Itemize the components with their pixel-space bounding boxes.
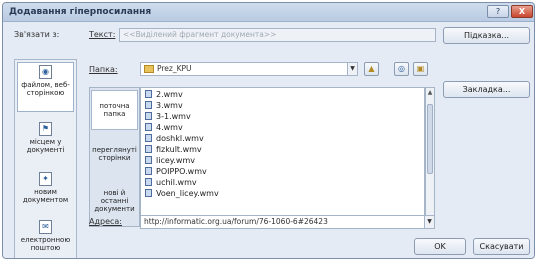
nav-recent-files[interactable]: нові й останні документи xyxy=(91,182,138,222)
list-item[interactable]: 3-1.wmv xyxy=(145,112,191,122)
link-item-label: файлом, веб-сторінкою xyxy=(21,81,70,97)
nav-browsed-pages[interactable]: переглянуті сторінки xyxy=(91,135,138,175)
link-to-bar: ◉ файлом, веб-сторінкою ⚑ місцем у докум… xyxy=(14,59,77,258)
up-folder-button[interactable]: ▲ xyxy=(364,62,379,76)
new-document-icon: ✦ xyxy=(39,172,52,186)
link-to-label: Зв'язати з: xyxy=(14,30,60,39)
bookmark-place-icon: ⚑ xyxy=(39,122,52,136)
nav-current-folder[interactable]: поточна папка xyxy=(91,90,138,130)
list-item[interactable]: 4.wmv xyxy=(145,123,183,133)
hyperlink-dialog: Додавання гіперпосилання ? X Зв'язати з:… xyxy=(2,2,535,259)
link-item-place-in-document[interactable]: ⚑ місцем у документі xyxy=(17,120,74,164)
link-item-web-page[interactable]: ◉ файлом, веб-сторінкою xyxy=(17,62,74,112)
look-in-nav: поточна папка переглянуті сторінки нові … xyxy=(89,87,140,227)
video-file-icon xyxy=(145,178,152,186)
dialog-title: Додавання гіперпосилання xyxy=(9,7,152,17)
link-item-label: місцем у документі xyxy=(26,138,65,154)
ok-button[interactable]: OK xyxy=(414,238,466,255)
list-item[interactable]: uchil.wmv xyxy=(145,178,197,188)
video-file-icon xyxy=(145,167,152,175)
address-input[interactable]: http://informatic.org.ua/forum/76-1060-6… xyxy=(140,215,435,229)
browse-file-icon: ▣ xyxy=(416,64,425,73)
help-button[interactable]: ? xyxy=(487,5,509,18)
up-folder-icon: ▲ xyxy=(368,64,375,73)
video-file-icon xyxy=(145,112,152,120)
address-value: http://informatic.org.ua/forum/76-1060-6… xyxy=(144,217,328,226)
cancel-button[interactable]: Скасувати xyxy=(473,238,530,255)
web-page-icon: ◉ xyxy=(39,65,52,79)
file-list: 2.wmv 3.wmv 3-1.wmv 4.wmv doshkl.wmv fiz… xyxy=(140,87,425,227)
list-item[interactable]: 3.wmv xyxy=(145,101,183,111)
scroll-thumb[interactable] xyxy=(427,104,433,174)
scroll-up-icon[interactable]: ▲ xyxy=(426,88,434,97)
address-label: Адреса: xyxy=(89,217,122,226)
folder-label: Папка: xyxy=(89,65,118,74)
link-item-label: новим документом xyxy=(22,188,69,204)
folder-select[interactable]: Prez_KPU ▼ xyxy=(140,62,358,76)
file-list-scrollbar[interactable]: ▲ ▼ xyxy=(425,87,435,227)
list-item[interactable]: 2.wmv xyxy=(145,90,183,100)
title-bar: Додавання гіперпосилання ? X xyxy=(3,3,534,22)
video-file-icon xyxy=(145,145,152,153)
browse-web-button[interactable]: ◎ xyxy=(394,62,409,76)
folder-icon xyxy=(144,65,154,73)
video-file-icon xyxy=(145,134,152,142)
video-file-icon xyxy=(145,90,152,98)
chevron-down-icon: ▼ xyxy=(424,216,434,228)
list-item[interactable]: POIPPO.wmv xyxy=(145,167,207,177)
screentip-button[interactable]: Підказка... xyxy=(443,27,530,44)
list-item[interactable]: fizkult.wmv xyxy=(145,145,202,155)
close-button[interactable]: X xyxy=(511,5,533,18)
browse-file-button[interactable]: ▣ xyxy=(413,62,428,76)
bookmark-button[interactable]: Закладка... xyxy=(443,81,530,98)
video-file-icon xyxy=(145,123,152,131)
browse-web-icon: ◎ xyxy=(398,64,405,73)
video-file-icon xyxy=(145,101,152,109)
dialog-body: Зв'язати з: Текст: <<Виділений фрагмент … xyxy=(3,22,534,258)
list-item[interactable]: Voen_licey.wmv xyxy=(145,189,219,199)
link-item-email[interactable]: ✉ електронною поштою xyxy=(17,218,74,258)
folder-value: Prez_KPU xyxy=(157,64,192,73)
link-item-label: електронною поштою xyxy=(20,236,71,252)
chevron-down-icon: ▼ xyxy=(347,63,357,75)
list-item[interactable]: licey.wmv xyxy=(145,156,195,166)
text-label: Текст: xyxy=(89,30,116,39)
email-icon: ✉ xyxy=(39,220,52,234)
link-item-new-document[interactable]: ✦ новим документом xyxy=(17,170,74,214)
video-file-icon xyxy=(145,189,152,197)
text-to-display-input[interactable]: <<Виділений фрагмент документа>> xyxy=(119,28,436,42)
list-item[interactable]: doshkl.wmv xyxy=(145,134,204,144)
video-file-icon xyxy=(145,156,152,164)
